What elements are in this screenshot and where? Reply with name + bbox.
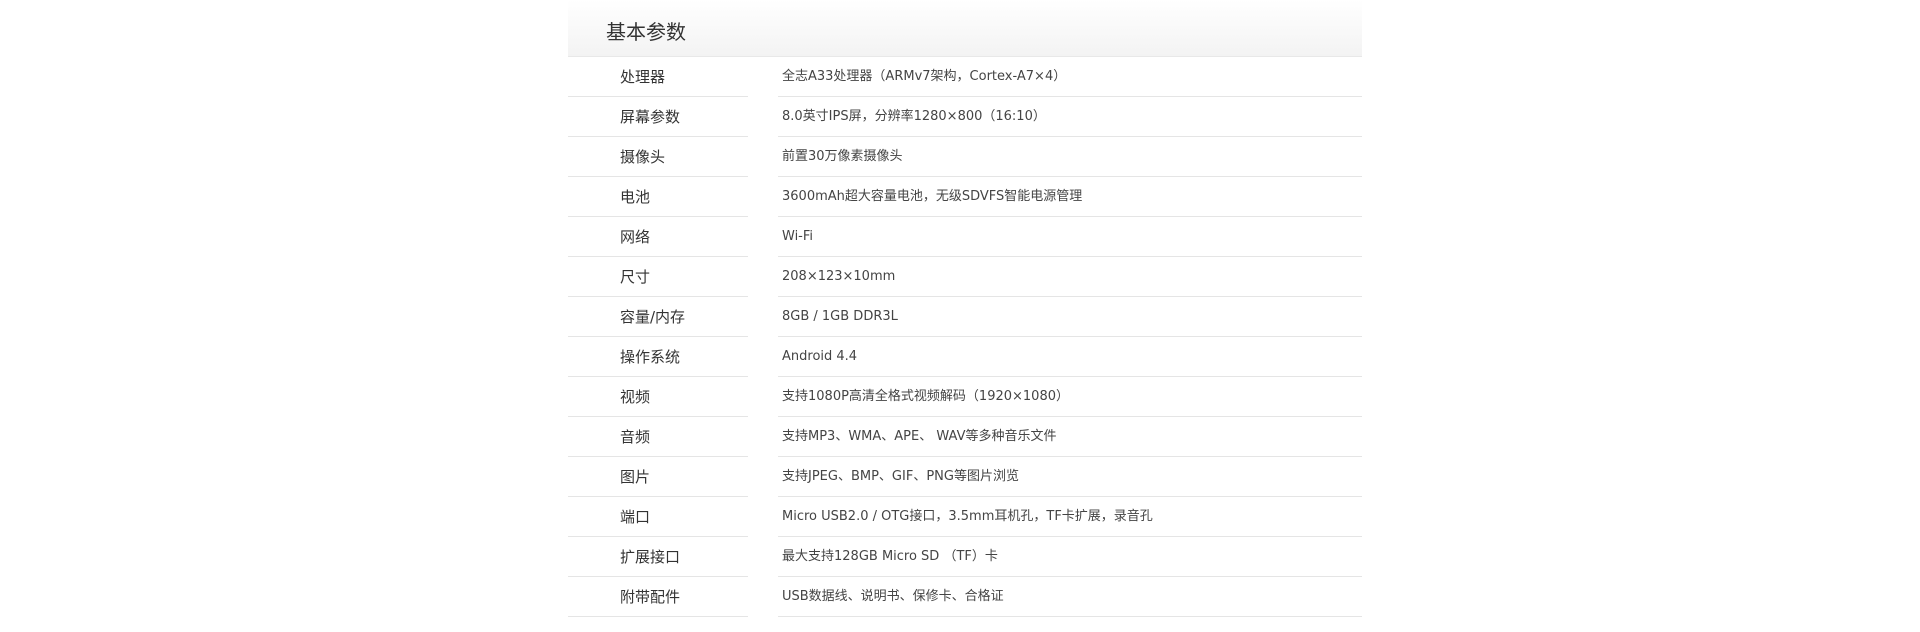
spec-label: 屏幕参数 [620, 108, 681, 126]
spec-value: 3600mAh超大容量电池，无级SDVFS智能电源管理 [782, 189, 1083, 204]
spec-value-cell: Wi-Fi [778, 217, 1362, 257]
spec-label-cell: 处理器 [568, 57, 748, 97]
spec-label: 尺寸 [620, 268, 651, 286]
spec-value-cell: USB数据线、说明书、保修卡、合格证 [778, 577, 1362, 617]
spec-value: Android 4.4 [782, 349, 858, 364]
spec-label: 处理器 [620, 68, 666, 86]
spec-row-video: 视频 支持1080P高清全格式视频解码（1920×1080） [568, 377, 1362, 417]
spec-row-network: 网络 Wi-Fi [568, 217, 1362, 257]
spec-value-cell: 支持1080P高清全格式视频解码（1920×1080） [778, 377, 1362, 417]
spec-row-os: 操作系统 Android 4.4 [568, 337, 1362, 377]
spec-value: 支持1080P高清全格式视频解码（1920×1080） [782, 389, 1069, 404]
spec-row-processor: 处理器 全志A33处理器（ARMv7架构，Cortex-A7×4） [568, 57, 1362, 97]
spec-value-cell: 支持JPEG、BMP、GIF、PNG等图片浏览 [778, 457, 1362, 497]
spec-value: 最大支持128GB Micro SD （TF）卡 [782, 549, 998, 564]
spec-value: 208×123×10mm [782, 269, 896, 284]
spec-row-battery: 电池 3600mAh超大容量电池，无级SDVFS智能电源管理 [568, 177, 1362, 217]
spec-value-cell: Android 4.4 [778, 337, 1362, 377]
spec-label-cell: 容量/内存 [568, 297, 748, 337]
spec-row-expansion: 扩展接口 最大支持128GB Micro SD （TF）卡 [568, 537, 1362, 577]
spec-value-cell: 支持MP3、WMA、APE、 WAV等多种音乐文件 [778, 417, 1362, 457]
spec-label-cell: 扩展接口 [568, 537, 748, 577]
spec-label-cell: 电池 [568, 177, 748, 217]
spec-label: 端口 [620, 508, 651, 526]
spec-row-accessories: 附带配件 USB数据线、说明书、保修卡、合格证 [568, 577, 1362, 617]
spec-label-cell: 网络 [568, 217, 748, 257]
spec-label: 附带配件 [620, 588, 681, 606]
spec-label: 摄像头 [620, 148, 666, 166]
spec-row-storage: 容量/内存 8GB / 1GB DDR3L [568, 297, 1362, 337]
spec-row-screen: 屏幕参数 8.0英寸IPS屏，分辨率1280×800（16:10） [568, 97, 1362, 137]
spec-value-cell: 最大支持128GB Micro SD （TF）卡 [778, 537, 1362, 577]
spec-label-cell: 视频 [568, 377, 748, 417]
spec-label-cell: 端口 [568, 497, 748, 537]
spec-row-dimensions: 尺寸 208×123×10mm [568, 257, 1362, 297]
spec-value: Micro USB2.0 / OTG接口，3.5mm耳机孔，TF卡扩展，录音孔 [782, 509, 1153, 524]
spec-label: 视频 [620, 388, 651, 406]
spec-value-cell: 前置30万像素摄像头 [778, 137, 1362, 177]
spec-label: 电池 [620, 188, 651, 206]
spec-value-cell: Micro USB2.0 / OTG接口，3.5mm耳机孔，TF卡扩展，录音孔 [778, 497, 1362, 537]
spec-section-header: 基本参数 [568, 0, 1362, 57]
spec-label-cell: 音频 [568, 417, 748, 457]
spec-value: 前置30万像素摄像头 [782, 149, 903, 164]
spec-label-cell: 尺寸 [568, 257, 748, 297]
spec-value: 全志A33处理器（ARMv7架构，Cortex-A7×4） [782, 69, 1067, 84]
spec-label: 图片 [620, 468, 651, 486]
spec-label: 网络 [620, 228, 651, 246]
spec-label-cell: 附带配件 [568, 577, 748, 617]
spec-label-cell: 屏幕参数 [568, 97, 748, 137]
spec-label: 容量/内存 [620, 308, 686, 326]
spec-row-camera: 摄像头 前置30万像素摄像头 [568, 137, 1362, 177]
spec-value: 支持MP3、WMA、APE、 WAV等多种音乐文件 [782, 429, 1057, 444]
spec-label: 操作系统 [620, 348, 681, 366]
spec-label-cell: 摄像头 [568, 137, 748, 177]
section-title: 基本参数 [606, 20, 686, 44]
spec-table: 处理器 全志A33处理器（ARMv7架构，Cortex-A7×4） 屏幕参数 8… [568, 57, 1362, 617]
spec-row-ports: 端口 Micro USB2.0 / OTG接口，3.5mm耳机孔，TF卡扩展，录… [568, 497, 1362, 537]
spec-value-cell: 8.0英寸IPS屏，分辨率1280×800（16:10） [778, 97, 1362, 137]
spec-value-cell: 8GB / 1GB DDR3L [778, 297, 1362, 337]
spec-panel: 基本参数 处理器 全志A33处理器（ARMv7架构，Cortex-A7×4） 屏… [568, 0, 1362, 617]
spec-value-cell: 全志A33处理器（ARMv7架构，Cortex-A7×4） [778, 57, 1362, 97]
spec-value: 8GB / 1GB DDR3L [782, 309, 898, 324]
spec-label-cell: 操作系统 [568, 337, 748, 377]
spec-value: 8.0英寸IPS屏，分辨率1280×800（16:10） [782, 109, 1046, 124]
spec-label: 扩展接口 [620, 548, 681, 566]
spec-row-audio: 音频 支持MP3、WMA、APE、 WAV等多种音乐文件 [568, 417, 1362, 457]
spec-value: Wi-Fi [782, 229, 814, 244]
spec-row-image: 图片 支持JPEG、BMP、GIF、PNG等图片浏览 [568, 457, 1362, 497]
spec-value-cell: 3600mAh超大容量电池，无级SDVFS智能电源管理 [778, 177, 1362, 217]
spec-label-cell: 图片 [568, 457, 748, 497]
spec-value: 支持JPEG、BMP、GIF、PNG等图片浏览 [782, 469, 1019, 484]
spec-value-cell: 208×123×10mm [778, 257, 1362, 297]
spec-value: USB数据线、说明书、保修卡、合格证 [782, 589, 1004, 604]
spec-label: 音频 [620, 428, 651, 446]
